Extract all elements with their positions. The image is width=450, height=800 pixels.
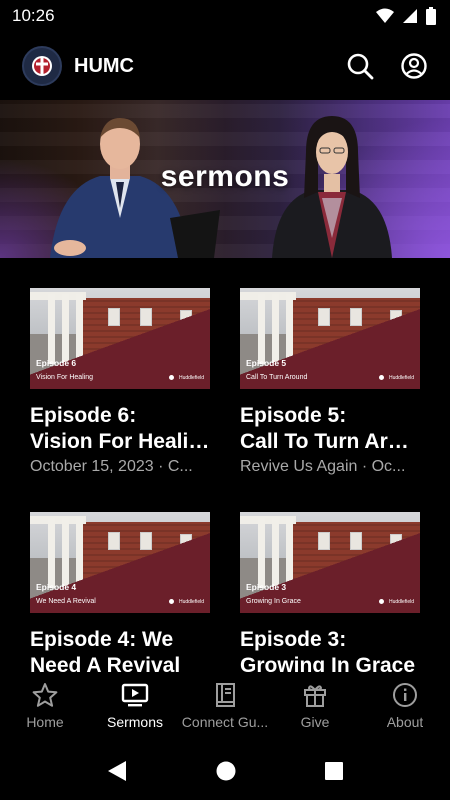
bottom-navigation: Home Sermons Connect Gu... Give About — [0, 672, 450, 742]
status-time: 10:26 — [12, 6, 55, 25]
thumbnail-episode-label: Episode 4 — [36, 582, 77, 592]
book-icon — [216, 683, 235, 707]
thumbnail-brand: Huddlefield — [166, 373, 204, 382]
sermons-hero-banner: sermons — [0, 100, 450, 258]
hero-title: sermons — [160, 160, 290, 193]
nav-item-sermons[interactable]: Sermons — [90, 672, 180, 742]
thumbnail-episode-label: Episode 6 — [36, 358, 77, 368]
nav-label: Home — [26, 714, 64, 730]
back-icon[interactable] — [106, 759, 128, 783]
church-logo[interactable] — [22, 46, 62, 86]
account-icon[interactable] — [400, 52, 428, 80]
brand-logo-icon — [166, 373, 176, 382]
thumbnail-brand: Huddlefield — [376, 373, 414, 382]
battery-icon — [426, 7, 436, 25]
brand-logo-icon — [166, 597, 176, 606]
brand-logo-icon — [376, 373, 386, 382]
info-icon — [393, 683, 417, 707]
search-icon[interactable] — [346, 52, 374, 80]
nav-label: Sermons — [106, 714, 164, 730]
nav-item-connect-guide[interactable]: Connect Gu... — [180, 672, 270, 742]
thumbnail-subtitle: Call To Turn Around — [246, 374, 308, 381]
thumbnail-brand: Huddlefield — [166, 597, 204, 606]
episode-thumbnail: Episode 4 We Need A Revival Huddlefield — [30, 512, 210, 613]
thumbnail-episode-label: Episode 5 — [246, 358, 287, 368]
star-icon — [32, 683, 58, 707]
thumbnail-episode-label: Episode 3 — [246, 582, 287, 592]
episode-meta: October 15, 2023 · C... — [30, 458, 193, 475]
nav-label: Give — [300, 714, 330, 730]
signal-icon — [403, 9, 417, 23]
thumbnail-subtitle: We Need A Revival — [36, 598, 96, 605]
episode-thumbnail: Episode 3 Growing In Grace Huddlefield — [240, 512, 420, 613]
status-icons — [376, 7, 436, 25]
app-title: HUMC — [74, 54, 134, 77]
nav-item-about[interactable]: About — [360, 672, 450, 742]
system-navigation-bar — [0, 742, 450, 800]
episode-card[interactable]: Episode 5 Call To Turn Around Huddlefiel… — [240, 288, 420, 476]
status-bar: 10:26 — [0, 0, 450, 32]
home-icon[interactable] — [215, 760, 237, 782]
episode-card[interactable]: Episode 3 Growing In Grace Huddlefield E… — [240, 512, 420, 679]
cross-flame-icon — [32, 56, 52, 76]
nav-label: About — [386, 714, 424, 730]
gift-icon — [304, 685, 326, 707]
tv-icon — [121, 683, 149, 707]
nav-item-give[interactable]: Give — [270, 672, 360, 742]
episode-thumbnail: Episode 5 Call To Turn Around Huddlefiel… — [240, 288, 420, 389]
episode-title: Episode 6: Vision For Healing — [30, 404, 210, 453]
recents-icon[interactable] — [324, 761, 344, 781]
thumbnail-subtitle: Vision For Healing — [36, 374, 94, 381]
episode-title: Episode 5: Call To Turn Around — [240, 404, 420, 453]
thumbnail-subtitle: Growing In Grace — [246, 598, 301, 605]
wifi-icon — [376, 8, 394, 23]
thumbnail-brand: Huddlefield — [376, 597, 414, 606]
nav-item-home[interactable]: Home — [0, 672, 90, 742]
episode-meta: Revive Us Again · Oc... — [240, 458, 406, 475]
lectern-image — [170, 210, 220, 258]
episode-thumbnail: Episode 6 Vision For Healing Huddlefield — [30, 288, 210, 389]
episode-card[interactable]: Episode 6 Vision For Healing Huddlefield… — [30, 288, 210, 476]
nav-label: Connect Gu... — [181, 714, 269, 730]
episode-card[interactable]: Episode 4 We Need A Revival Huddlefield … — [30, 512, 210, 679]
brand-logo-icon — [376, 597, 386, 606]
app-bar: HUMC — [0, 32, 450, 100]
